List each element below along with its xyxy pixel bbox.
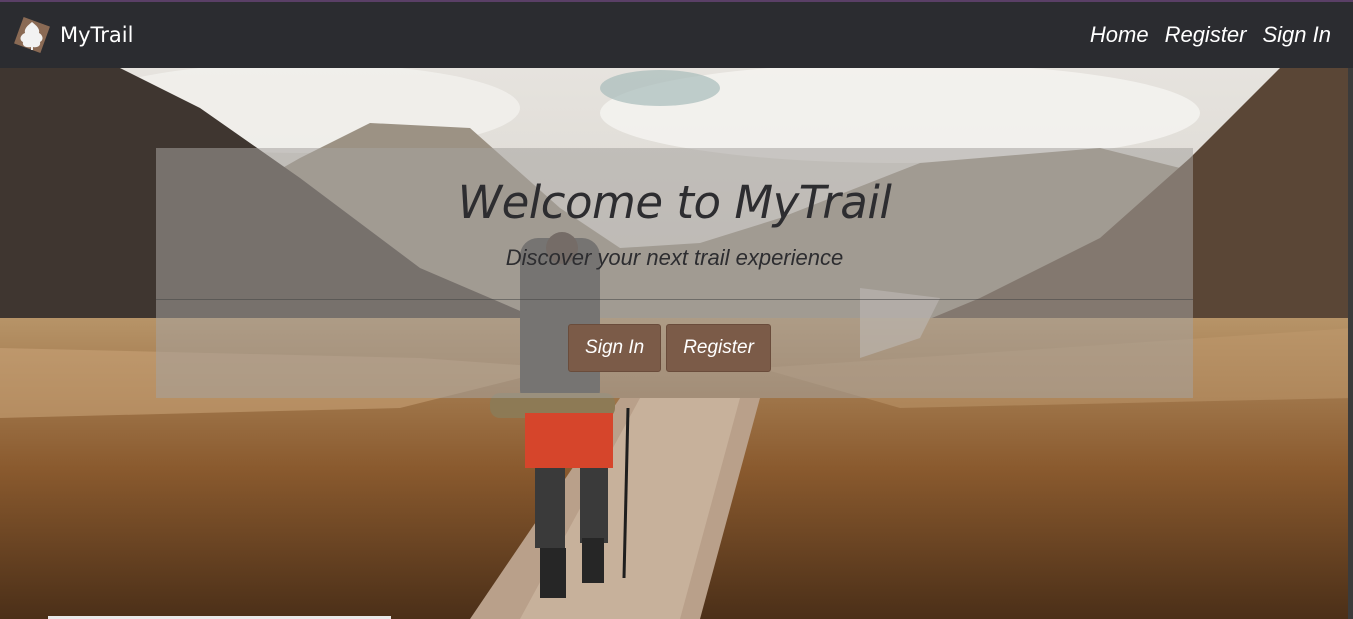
hero-buttons: Sign In Register xyxy=(156,324,1193,372)
vertical-scrollbar[interactable] xyxy=(1348,68,1353,619)
nav-links: Home Register Sign In xyxy=(1090,22,1331,48)
welcome-subtitle: Discover your next trail experience xyxy=(505,245,844,270)
tree-icon xyxy=(10,13,54,57)
brand[interactable]: MyTrail xyxy=(10,13,133,57)
register-button[interactable]: Register xyxy=(666,324,771,372)
nav-register-link[interactable]: Register xyxy=(1165,22,1247,48)
nav-sign-in-link[interactable]: Sign In xyxy=(1263,22,1332,48)
brand-name: MyTrail xyxy=(60,23,134,47)
nav-home-link[interactable]: Home xyxy=(1090,22,1149,48)
sign-in-button[interactable]: Sign In xyxy=(568,324,662,372)
divider xyxy=(156,299,1193,300)
navbar: MyTrail Home Register Sign In xyxy=(0,2,1353,68)
welcome-panel: Welcome to MyTrail Discover your next tr… xyxy=(156,148,1193,398)
welcome-title: Welcome to MyTrail xyxy=(457,176,892,229)
hero-section: Welcome to MyTrail Discover your next tr… xyxy=(0,68,1353,619)
